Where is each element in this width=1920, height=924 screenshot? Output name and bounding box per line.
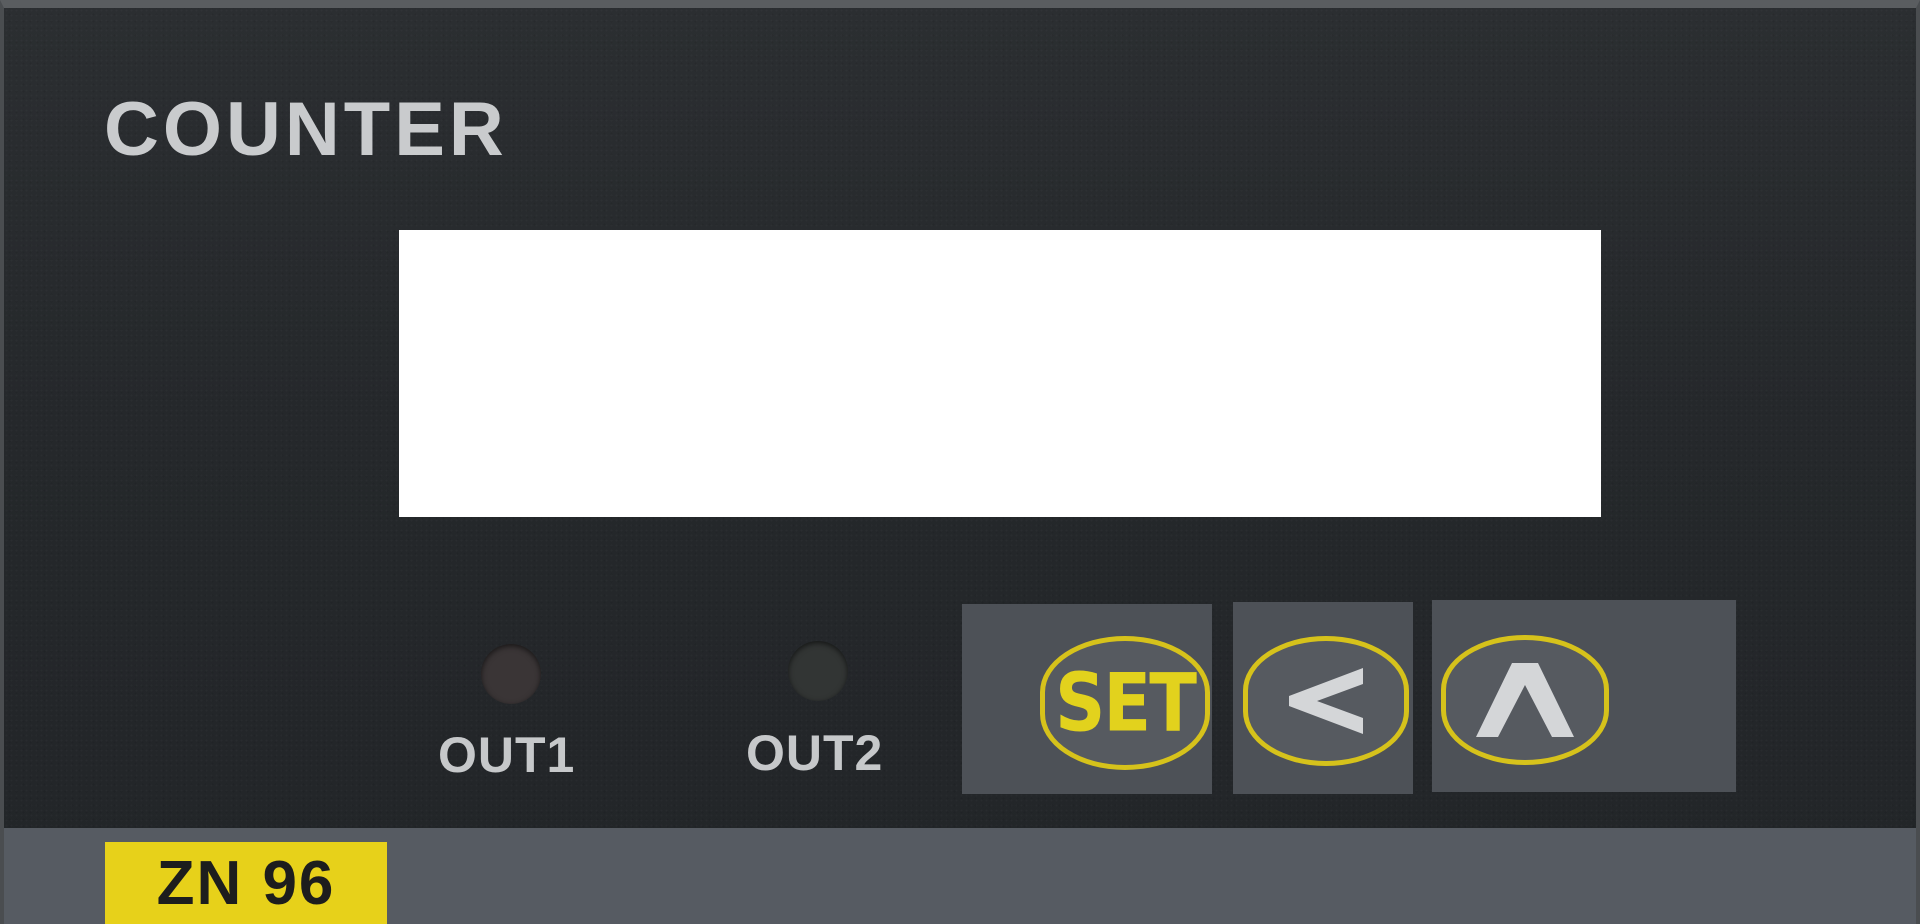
chevron-left-icon bbox=[1289, 668, 1363, 734]
out1-label: OUT1 bbox=[438, 727, 576, 783]
model-label: ZN 96 bbox=[105, 842, 387, 924]
counter-panel: COUNTER OUT1 OUT2 SET ZN 96 bbox=[0, 0, 1920, 924]
device-title: COUNTER bbox=[104, 87, 508, 172]
set-button-label: SET bbox=[1055, 655, 1197, 751]
out1-indicator-led bbox=[481, 644, 541, 704]
up-button[interactable] bbox=[1441, 635, 1609, 765]
out2-label: OUT2 bbox=[746, 725, 884, 781]
out2-indicator-led bbox=[788, 641, 848, 701]
left-button[interactable] bbox=[1243, 636, 1409, 766]
set-button[interactable]: SET bbox=[1040, 636, 1210, 770]
chevron-up-icon bbox=[1476, 663, 1574, 737]
display-window bbox=[399, 230, 1601, 517]
